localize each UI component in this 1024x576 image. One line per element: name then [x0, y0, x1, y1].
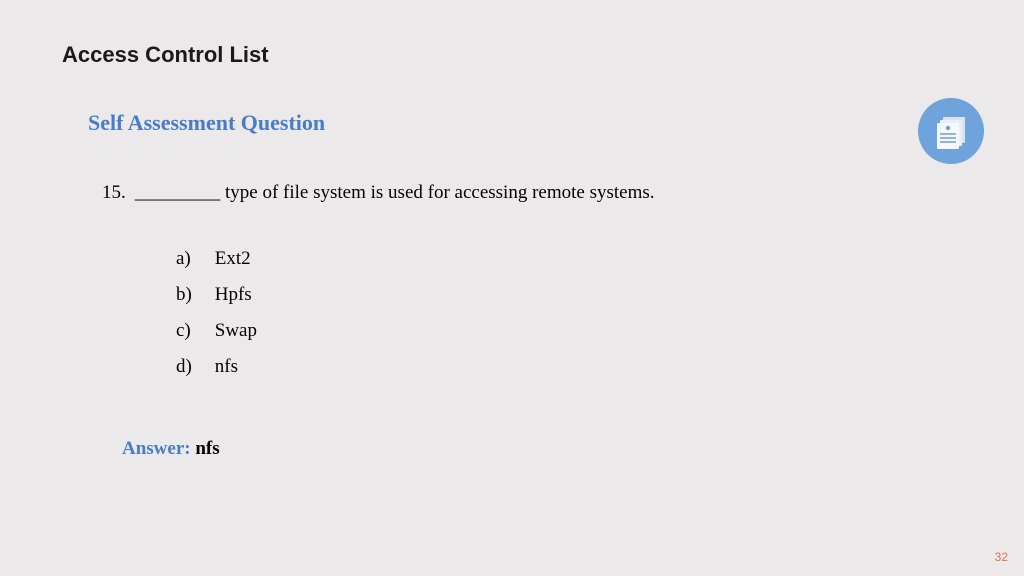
answer-label: Answer: — [122, 438, 195, 459]
option-text: Swap — [215, 320, 257, 341]
slide-title: Access Control List — [62, 42, 269, 68]
option-d: d) nfs — [176, 356, 257, 378]
answer-row: Answer: nfs — [122, 438, 220, 460]
option-a: a) Ext2 — [176, 248, 257, 270]
option-text: Hpfs — [215, 284, 252, 305]
slide-subtitle: Self Assessment Question — [88, 110, 325, 136]
question-body: _________ type of file system is used fo… — [135, 182, 655, 203]
answer-value: nfs — [195, 438, 219, 459]
option-letter: b) — [176, 284, 210, 306]
option-c: c) Swap — [176, 320, 257, 342]
document-stack-icon — [918, 98, 984, 164]
option-text: nfs — [215, 356, 238, 377]
options-list: a) Ext2 b) Hpfs c) Swap d) nfs — [176, 248, 257, 392]
option-letter: a) — [176, 248, 210, 270]
option-letter: c) — [176, 320, 210, 342]
page-number: 32 — [995, 550, 1008, 564]
option-letter: d) — [176, 356, 210, 378]
option-text: Ext2 — [215, 248, 251, 269]
question-text: 15. _________ type of file system is use… — [102, 182, 655, 204]
option-b: b) Hpfs — [176, 284, 257, 306]
question-number: 15. — [102, 182, 130, 204]
